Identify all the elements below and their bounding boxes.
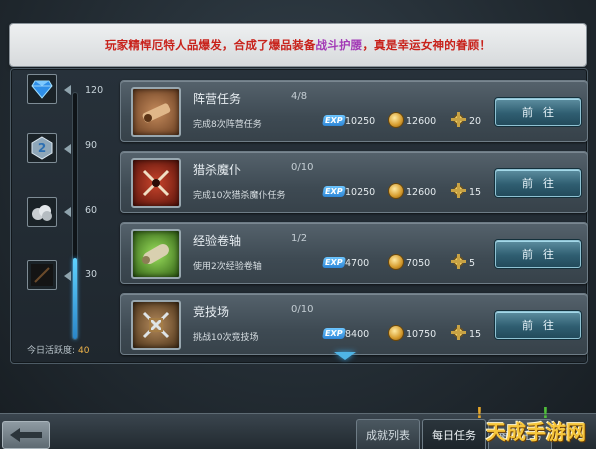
svg-text:2: 2: [38, 141, 46, 155]
exp-icon: EXP: [322, 257, 346, 268]
scroll-task-icon: [131, 229, 181, 279]
announcement-banner: 玩家精悍厄特人品爆发，合成了爆品装备 战斗护腰 ，真是幸运女神的眷顾！: [10, 24, 586, 66]
exp-icon: EXP: [322, 328, 346, 339]
exp-reward: 10250: [345, 187, 376, 198]
milestone-value: 60: [85, 205, 98, 216]
go-button[interactable]: 前往: [495, 98, 581, 126]
medal-reward: 5: [469, 258, 476, 269]
task-progress: 1/2: [291, 233, 308, 244]
exp-reward: 8400: [345, 329, 370, 340]
medal-reward: 15: [469, 187, 482, 198]
task-name: 经验卷轴: [193, 234, 242, 248]
task-row: 猎杀魔仆 0/10 完成10次猎杀魔仆任务 EXP 10250 12600 15…: [120, 151, 588, 213]
medal-reward: 20: [469, 116, 482, 127]
milestone-pointer: [64, 207, 71, 217]
alert-icon: !: [476, 404, 483, 422]
task-description: 完成8次阵营任务: [193, 120, 262, 130]
camp-task-icon: [131, 87, 181, 137]
task-description: 完成10次猎杀魔仆任务: [193, 191, 286, 201]
task-row: 阵营任务 4/8 完成8次阵营任务 EXP 10250 12600 20 前往: [120, 80, 588, 142]
task-row: 经验卷轴 1/2 使用2次经验卷轴 EXP 4700 7050 5 前往: [120, 222, 588, 284]
task-description: 挑战10次竞技场: [193, 333, 259, 343]
watermark-logo: 天成手游网: [486, 420, 586, 444]
task-name: 竞技场: [193, 305, 230, 319]
silver-ore-icon[interactable]: [27, 197, 57, 227]
task-list: 阵营任务 4/8 完成8次阵营任务 EXP 10250 12600 20 前往 …: [120, 80, 590, 360]
activity-bar-fill: [73, 258, 77, 339]
announcement-item: 战斗护腰: [315, 38, 363, 52]
activity-footer: 今日活跃度: 40: [27, 343, 90, 356]
gold-reward: 7050: [406, 258, 431, 269]
medal-icon: [451, 254, 466, 269]
go-button[interactable]: 前往: [495, 240, 581, 268]
diamond-icon[interactable]: [27, 74, 57, 104]
milestone-value: 30: [85, 269, 98, 280]
task-description: 使用2次经验卷轴: [193, 262, 262, 272]
task-name: 阵营任务: [193, 92, 242, 106]
activity-label: 今日活跃度:: [27, 346, 76, 356]
medal-icon: [451, 325, 466, 340]
announcement-suffix: ，真是幸运女神的眷顾！: [362, 38, 492, 52]
tab-daily-tasks[interactable]: 每日任务: [422, 419, 486, 449]
task-progress: 0/10: [291, 304, 314, 315]
go-button[interactable]: 前往: [495, 169, 581, 197]
back-button[interactable]: [2, 421, 50, 449]
exp-icon: EXP: [322, 115, 346, 126]
gold-reward: 12600: [406, 187, 437, 198]
gold-coin-icon: [389, 184, 403, 198]
gold-coin-icon: [389, 326, 403, 340]
exp-reward: 10250: [345, 116, 376, 127]
dark-item-icon[interactable]: [27, 260, 57, 290]
gold-reward: 10750: [406, 329, 437, 340]
scroll-down-icon[interactable]: [334, 352, 356, 360]
task-progress: 0/10: [291, 162, 314, 173]
gold-reward: 12600: [406, 116, 437, 127]
activity-track: 120 2 90 60 30: [21, 70, 105, 360]
medal-reward: 15: [469, 329, 482, 340]
milestone-value: 90: [85, 140, 98, 151]
milestone-pointer: [64, 271, 71, 281]
arena-task-icon: [131, 300, 181, 350]
silver-token-icon[interactable]: 2: [27, 133, 57, 163]
task-name: 猎杀魔仆: [193, 163, 242, 177]
exp-reward: 4700: [345, 258, 370, 269]
task-row: 竞技场 0/10 挑战10次竞技场 EXP 8400 10750 15 前往: [120, 293, 588, 355]
activity-value: 40: [78, 346, 90, 356]
milestone-pointer: [64, 144, 71, 154]
hunt-task-icon: [131, 158, 181, 208]
back-arrow-icon: [10, 428, 42, 442]
announcement-prefix: 玩家精悍厄特人品爆发，合成了爆品装备: [104, 38, 316, 52]
tab-achievements[interactable]: 成就列表: [356, 419, 420, 449]
task-progress: 4/8: [291, 91, 308, 102]
gold-coin-icon: [389, 255, 403, 269]
go-button[interactable]: 前往: [495, 311, 581, 339]
milestone-value: 120: [85, 85, 104, 96]
gold-coin-icon: [389, 113, 403, 127]
medal-icon: [451, 183, 466, 198]
milestone-pointer: [64, 85, 71, 95]
medal-icon: [451, 112, 466, 127]
exp-icon: EXP: [322, 186, 346, 197]
